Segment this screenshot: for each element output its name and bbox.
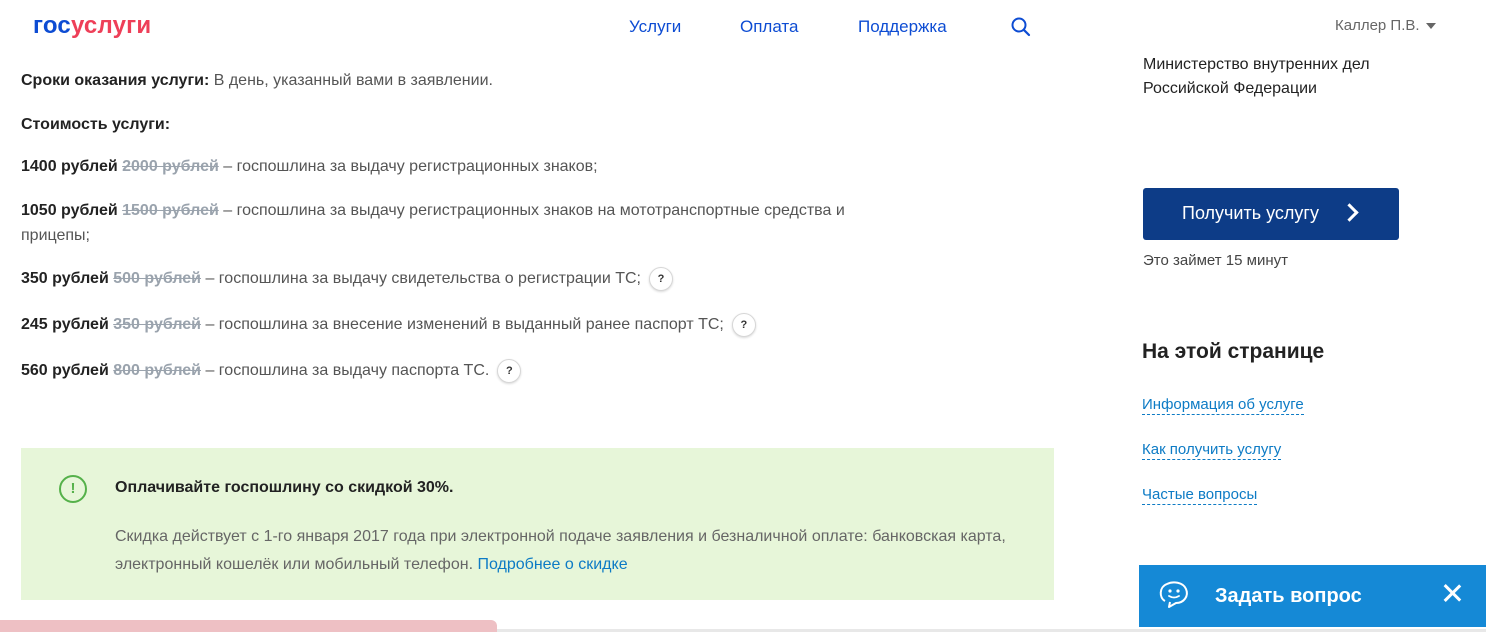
- toc-link-how-to-get[interactable]: Как получить услугу: [1142, 441, 1282, 460]
- browser-status-bar: [0, 620, 497, 632]
- price-description: – госпошлина за выдачу свидетельства о р…: [201, 270, 641, 288]
- site-header: госуслуги Услуги Оплата Поддержка Каллер…: [0, 0, 1486, 56]
- user-name: Каллер П.В.: [1335, 17, 1420, 34]
- price-new: 560 рублей: [21, 362, 109, 380]
- caret-down-icon: [1425, 23, 1436, 30]
- nav-item-support[interactable]: Поддержка: [858, 17, 947, 37]
- cost-title: Стоимость услуги:: [21, 116, 170, 134]
- search-icon[interactable]: [1010, 16, 1032, 38]
- price-new: 245 рублей: [21, 316, 109, 334]
- user-menu[interactable]: Каллер П.В.: [1335, 17, 1436, 34]
- service-term: Сроки оказания услуги: В день, указанный…: [21, 72, 493, 90]
- logo-part-uslugi: услуги: [70, 12, 152, 39]
- price-item: 1050 рублей 1500 рублей – госпошлина за …: [21, 202, 845, 220]
- price-new: 1050 рублей: [21, 202, 118, 219]
- discount-details-link[interactable]: Подробнее о скидке: [477, 556, 627, 573]
- price-description: – госпошлина за выдачу паспорта ТС.: [201, 362, 490, 380]
- nav-item-services[interactable]: Услуги: [629, 17, 681, 37]
- close-icon[interactable]: [1441, 582, 1463, 604]
- price-old: 500 рублей: [113, 270, 202, 288]
- price-description: – госпошлина за внесение изменений в выд…: [201, 316, 724, 334]
- price-old: 800 рублей: [113, 362, 202, 380]
- price-old: 350 рублей: [113, 316, 202, 334]
- chat-bot-icon: [1159, 581, 1188, 608]
- price-item: 560 рублей 800 рублей – госпошлина за вы…: [21, 359, 522, 383]
- price-new: 350 рублей: [21, 270, 109, 288]
- help-icon[interactable]: ?: [649, 267, 673, 291]
- nav-item-payment[interactable]: Оплата: [740, 17, 798, 37]
- toc-link-faq[interactable]: Частые вопросы: [1142, 486, 1258, 505]
- price-old: 2000 рублей: [122, 158, 219, 175]
- gosuslugi-logo[interactable]: госуслуги: [33, 12, 151, 40]
- price-new: 1400 рублей: [21, 158, 118, 175]
- ask-question-label: Задать вопрос: [1215, 585, 1362, 607]
- discount-notice: ! Оплачивайте госпошлину со скидкой 30%.…: [21, 448, 1054, 600]
- time-estimate: Это займет 15 минут: [1143, 252, 1288, 269]
- price-description: – госпошлина за выдачу регистрационных з…: [218, 158, 598, 175]
- toc-link-service-info[interactable]: Информация об услуге: [1142, 396, 1304, 415]
- help-icon[interactable]: ?: [497, 359, 522, 383]
- price-old: 1500 рублей: [122, 202, 219, 219]
- chevron-right-icon: [1340, 203, 1359, 222]
- price-description-continued: прицепы;: [21, 227, 90, 244]
- on-this-page-title: На этой странице: [1142, 340, 1325, 363]
- price-item: 1400 рублей 2000 рублей – госпошлина за …: [21, 158, 598, 176]
- ask-question-widget[interactable]: Задать вопрос: [1139, 565, 1486, 627]
- logo-part-gos: гос: [33, 12, 71, 39]
- help-icon[interactable]: ?: [731, 313, 756, 337]
- price-description: – госпошлина за выдачу регистрационных з…: [218, 202, 845, 219]
- cost-title-text: Стоимость услуги:: [21, 116, 171, 133]
- get-service-label: Получить услугу: [1182, 203, 1319, 223]
- service-term-label: Сроки оказания услуги:: [21, 72, 210, 89]
- notice-body: Скидка действует с 1-го января 2017 года…: [115, 523, 1015, 579]
- service-term-text: В день, указанный вами в заявлении.: [209, 72, 493, 89]
- price-item-continuation: прицепы;: [21, 227, 90, 245]
- ministry-name: Министерство внутренних дел Российской Ф…: [1143, 56, 1370, 97]
- exclamation-icon: !: [59, 475, 87, 503]
- notice-title: Оплачивайте госпошлину со скидкой 30%.: [115, 479, 454, 496]
- price-item: 245 рублей 350 рублей – госпошлина за вн…: [21, 313, 756, 337]
- get-service-button[interactable]: Получить услугу: [1143, 188, 1399, 240]
- price-item: 350 рублей 500 рублей – госпошлина за вы…: [21, 267, 673, 291]
